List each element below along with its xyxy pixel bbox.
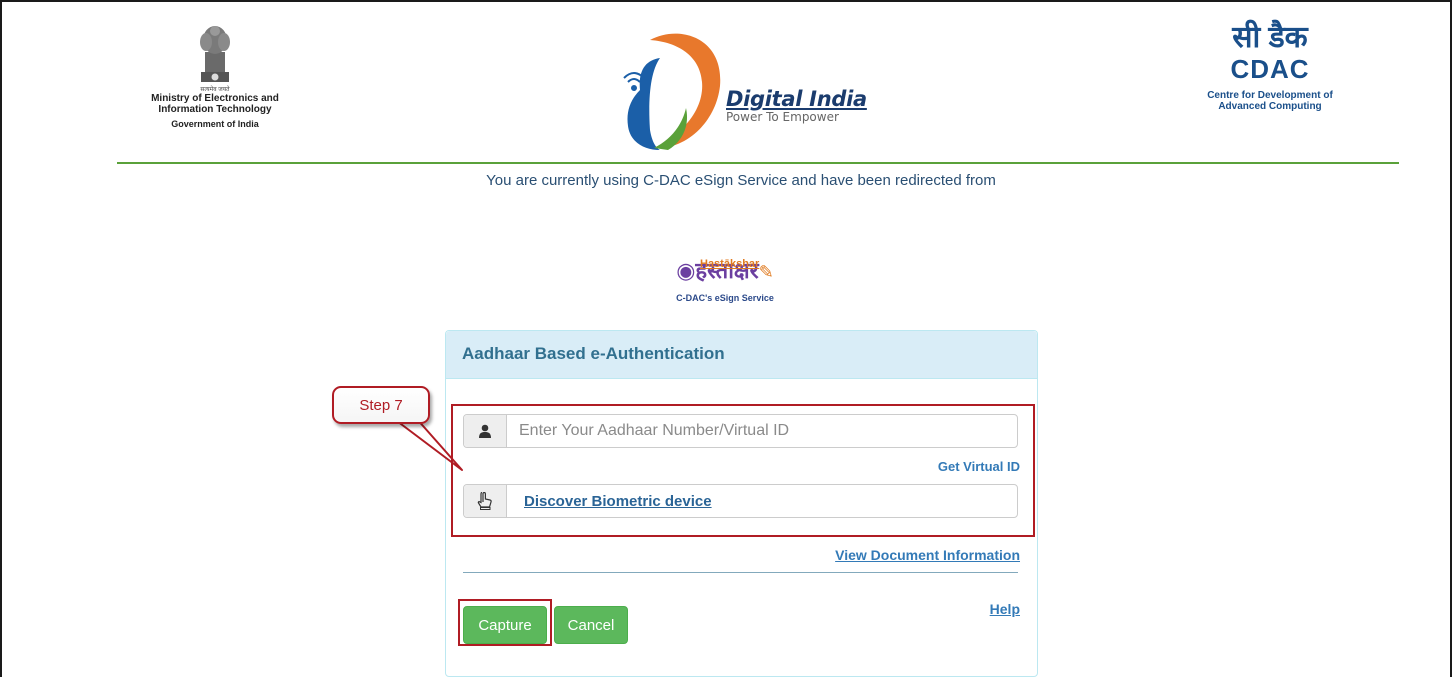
- digital-india-logo: [620, 30, 724, 157]
- help-link[interactable]: Help: [990, 601, 1020, 617]
- digital-india-emblem-icon: [623, 33, 721, 150]
- cdac-full-name-line2: Advanced Computing: [1218, 101, 1322, 112]
- cdac-english-name: CDAC: [1230, 54, 1310, 84]
- step7-highlight-box: [451, 404, 1035, 537]
- esign-caption: C-DAC's eSign Service: [676, 293, 774, 303]
- pen-icon: ✎: [758, 262, 774, 282]
- cdac-full-name-line1: Centre for Development of: [1207, 90, 1333, 101]
- digital-india-text: Digital India Power To Empower: [726, 87, 867, 124]
- ministry-name-line1: Ministry of Electronics and: [151, 93, 279, 104]
- view-document-info-link[interactable]: View Document Information: [835, 547, 1020, 563]
- cdac-hindi-name: सी डैक: [1232, 21, 1308, 54]
- redirect-notice: You are currently using C-DAC eSign Serv…: [486, 172, 996, 189]
- panel-title: Aadhaar Based e-Authentication: [446, 331, 1037, 379]
- cdac-logo: सी डैक CDAC Centre for Development of Ad…: [1200, 20, 1340, 112]
- meity-logo: सत्यमेव जयते Ministry of Electronics and…: [140, 22, 290, 129]
- emblem-icon: [200, 26, 230, 82]
- panel-divider: [463, 572, 1018, 573]
- header-divider: [117, 162, 1399, 164]
- capture-highlight-box: [458, 599, 552, 646]
- ministry-name-line2: Information Technology: [158, 104, 272, 115]
- step-callout: Step 7: [332, 386, 430, 424]
- esign-tag: Hastākshar: [700, 258, 760, 270]
- digital-india-title: Digital India: [726, 87, 867, 111]
- emblem-motto: सत्यमेव जयते: [200, 87, 230, 93]
- cancel-button[interactable]: Cancel: [554, 606, 628, 644]
- digital-india-subtitle: Power To Empower: [726, 110, 839, 124]
- government-of-india: Government of India: [171, 119, 259, 129]
- esign-logo: ◉हस्ताक्षर✎ Hastākshar C-DAC's eSign Ser…: [660, 258, 790, 303]
